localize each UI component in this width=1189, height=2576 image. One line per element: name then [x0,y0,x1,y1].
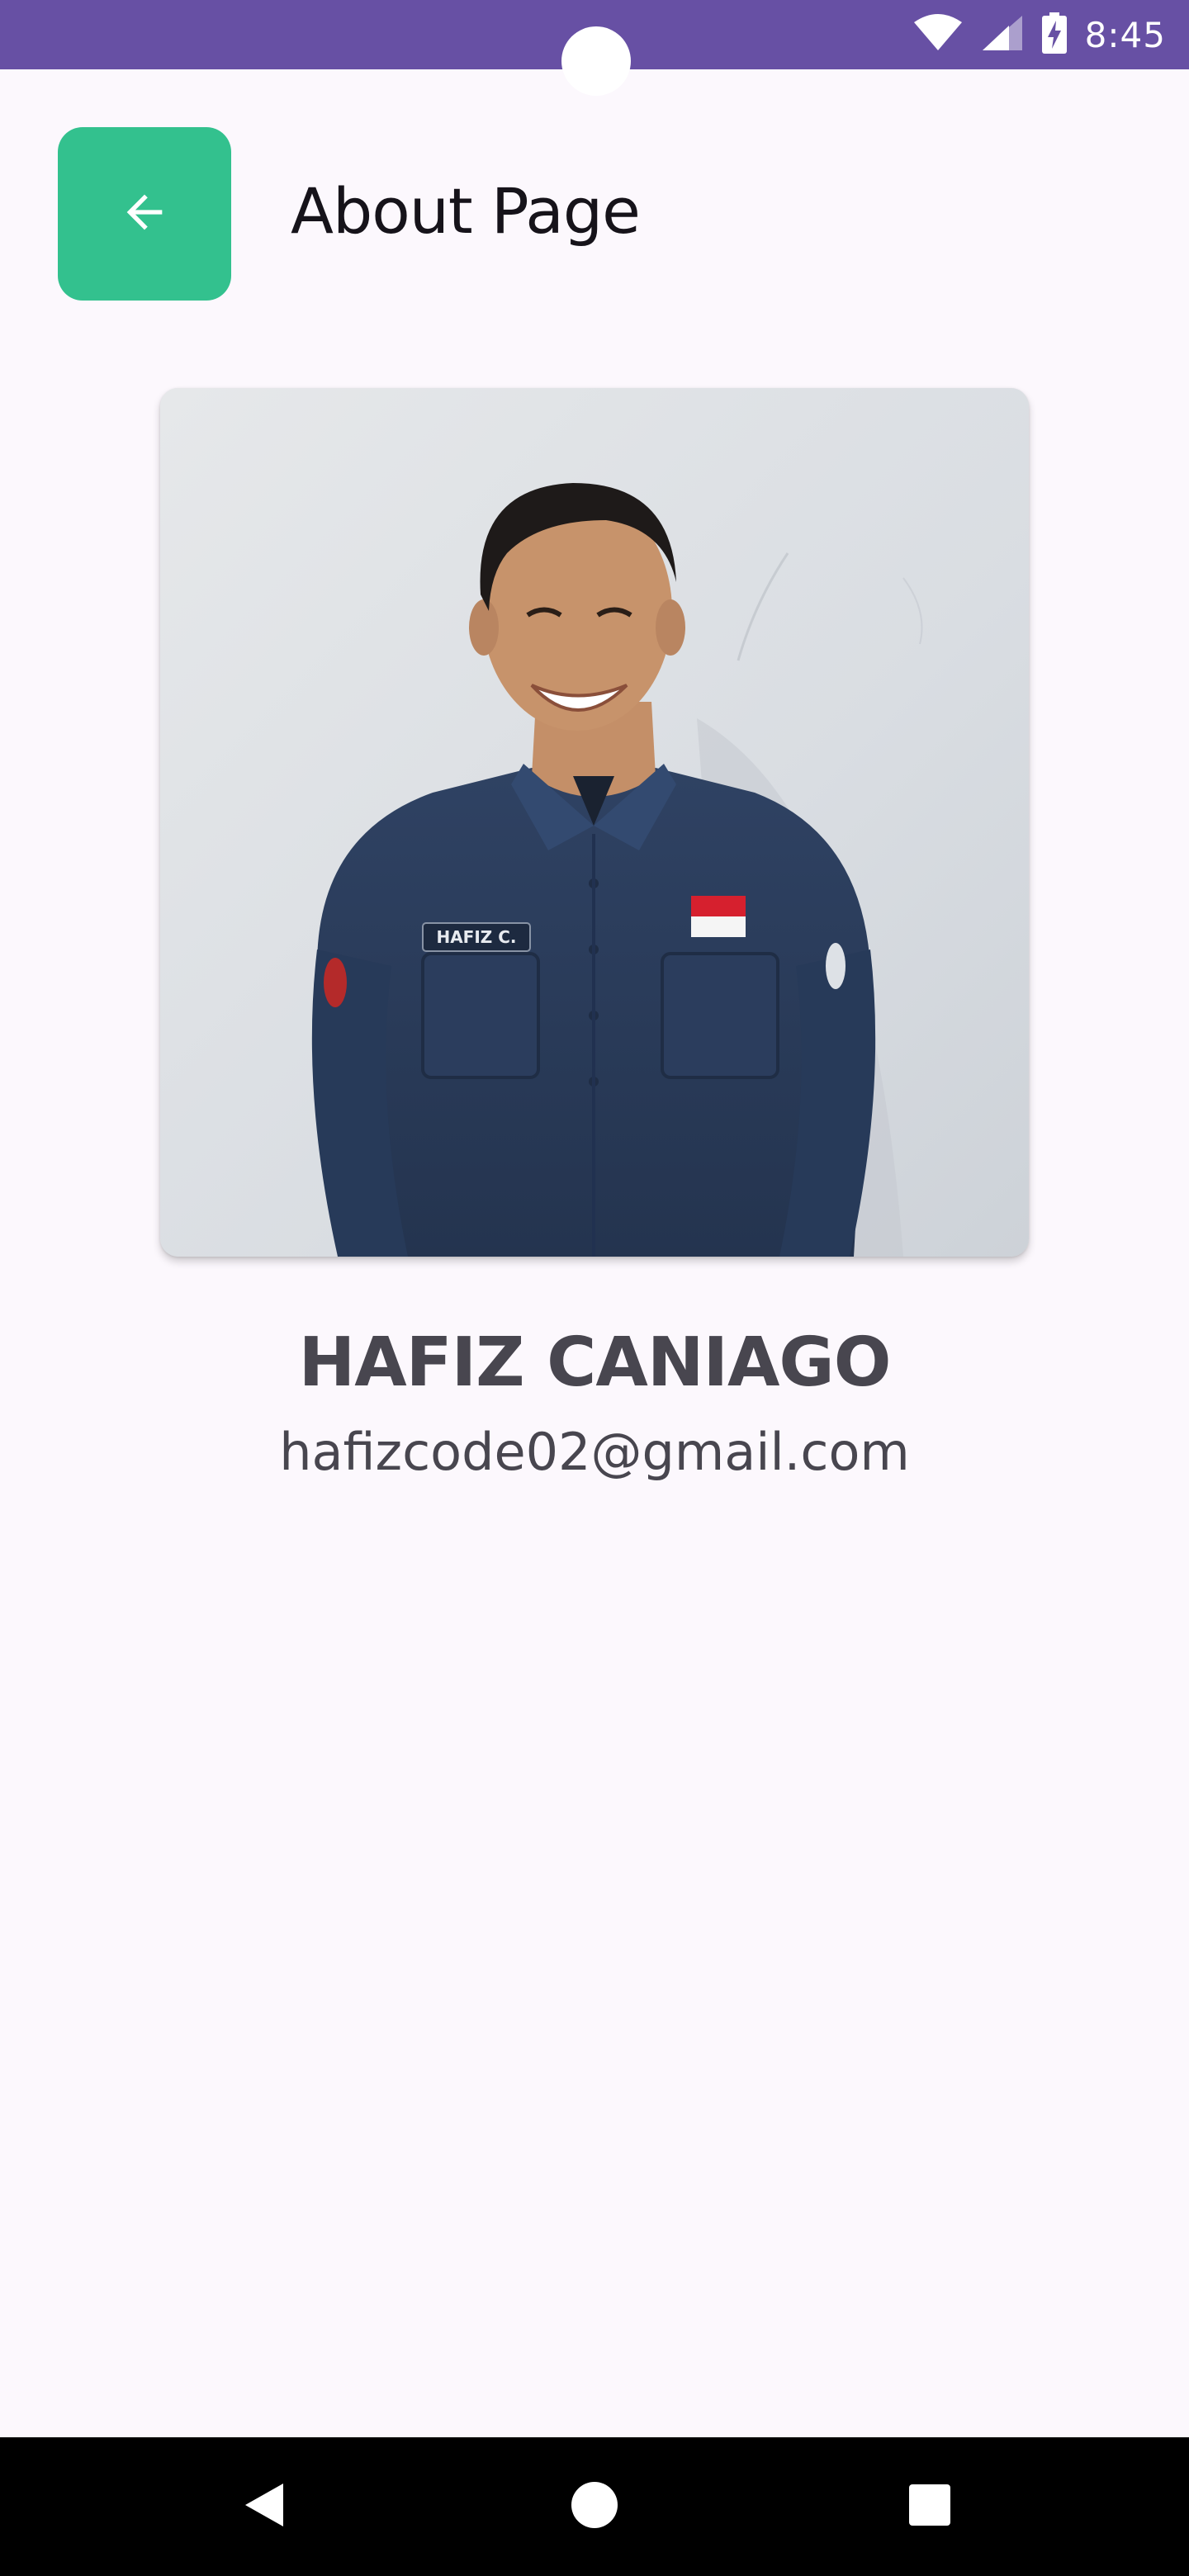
profile-email: hafizcode02@gmail.com [279,1422,910,1482]
nav-home-button[interactable] [561,2474,628,2540]
home-circle-icon [571,2481,618,2532]
page-title: About Page [291,174,641,248]
profile-name: HAFIZ CANIAGO [298,1324,892,1402]
profile-photo: HAFIZ C. [160,388,1029,1257]
cellular-signal-icon [981,14,1024,55]
wifi-icon [913,14,963,55]
recents-square-icon [908,2484,951,2530]
system-navigation-bar [0,2437,1189,2576]
status-time: 8:45 [1084,14,1166,55]
photo-name-tag: HAFIZ C. [436,927,516,947]
camera-cutout [561,26,631,96]
battery-charging-icon [1041,12,1067,57]
nav-recents-button[interactable] [897,2474,963,2540]
back-button[interactable] [58,127,231,301]
arrow-left-icon [118,186,171,242]
back-triangle-icon [244,2482,285,2531]
nav-back-button[interactable] [231,2474,297,2540]
status-icons: 8:45 [913,12,1166,58]
